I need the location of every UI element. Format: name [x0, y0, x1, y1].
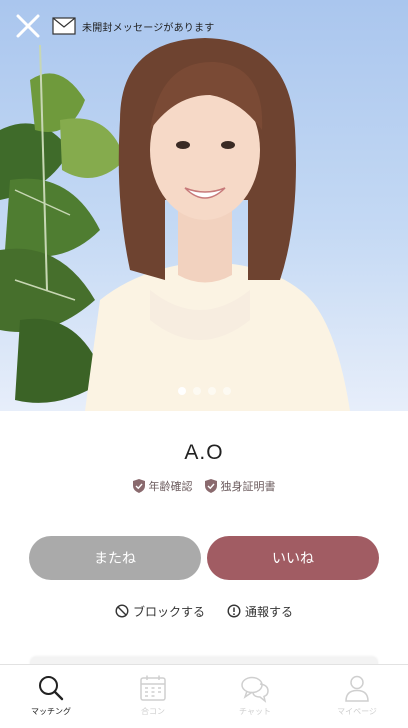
photo-dot[interactable] [222, 387, 231, 395]
close-icon [16, 14, 40, 38]
badge-single-certificate: 独身証明書 [204, 477, 276, 495]
nav-item-chat[interactable]: チャット [204, 665, 306, 728]
calendar-icon [140, 675, 166, 701]
close-button[interactable] [14, 12, 42, 40]
alert-icon [227, 604, 241, 618]
envelope-icon [52, 17, 76, 35]
bottom-nav: マッチング 合コン チャット マイページ [0, 664, 408, 728]
nav-item-mypage[interactable]: マイページ [306, 665, 408, 728]
search-icon [39, 676, 64, 701]
unread-message-text: 未開封メッセージがあります [82, 22, 215, 34]
profile-name: A.O [184, 441, 224, 464]
shield-check-icon [204, 479, 217, 493]
chat-icon [241, 676, 269, 703]
verification-badges: 年齢確認 独身証明書 [0, 477, 408, 495]
report-button[interactable]: 通報する [227, 601, 293, 621]
block-button[interactable]: ブロックする [115, 601, 205, 621]
block-icon [115, 604, 129, 618]
block-label: ブロックする [132, 604, 205, 619]
shield-check-icon [132, 479, 145, 493]
report-label: 通報する [245, 604, 294, 619]
nav-item-matching[interactable]: マッチング [0, 665, 102, 728]
nav-label: 合コン [141, 707, 165, 716]
unread-message-notice[interactable]: 未開封メッセージがあります [52, 14, 214, 38]
badge-label: 年齢確認 [148, 480, 193, 493]
photo-dot[interactable] [177, 387, 186, 395]
profile-actions: ブロックする 通報する [0, 601, 408, 621]
photo-pagination [0, 387, 408, 397]
person-icon [345, 675, 369, 702]
profile-photo[interactable]: 未開封メッセージがあります [0, 0, 408, 411]
nav-label: マッチング [31, 707, 71, 716]
badge-label: 独身証明書 [220, 480, 276, 493]
photo-dot[interactable] [192, 387, 201, 395]
nav-label: マイページ [337, 707, 377, 716]
profile-photo-image [0, 38, 350, 411]
nav-label: チャット [239, 707, 271, 716]
photo-dot[interactable] [207, 387, 216, 395]
like-button[interactable]: いいね [207, 536, 379, 580]
skip-button[interactable]: またね [29, 536, 201, 580]
nav-item-group-party[interactable]: 合コン [102, 665, 204, 728]
photo-header: 未開封メッセージがあります [0, 0, 408, 52]
badge-age-verified: 年齢確認 [132, 477, 193, 495]
